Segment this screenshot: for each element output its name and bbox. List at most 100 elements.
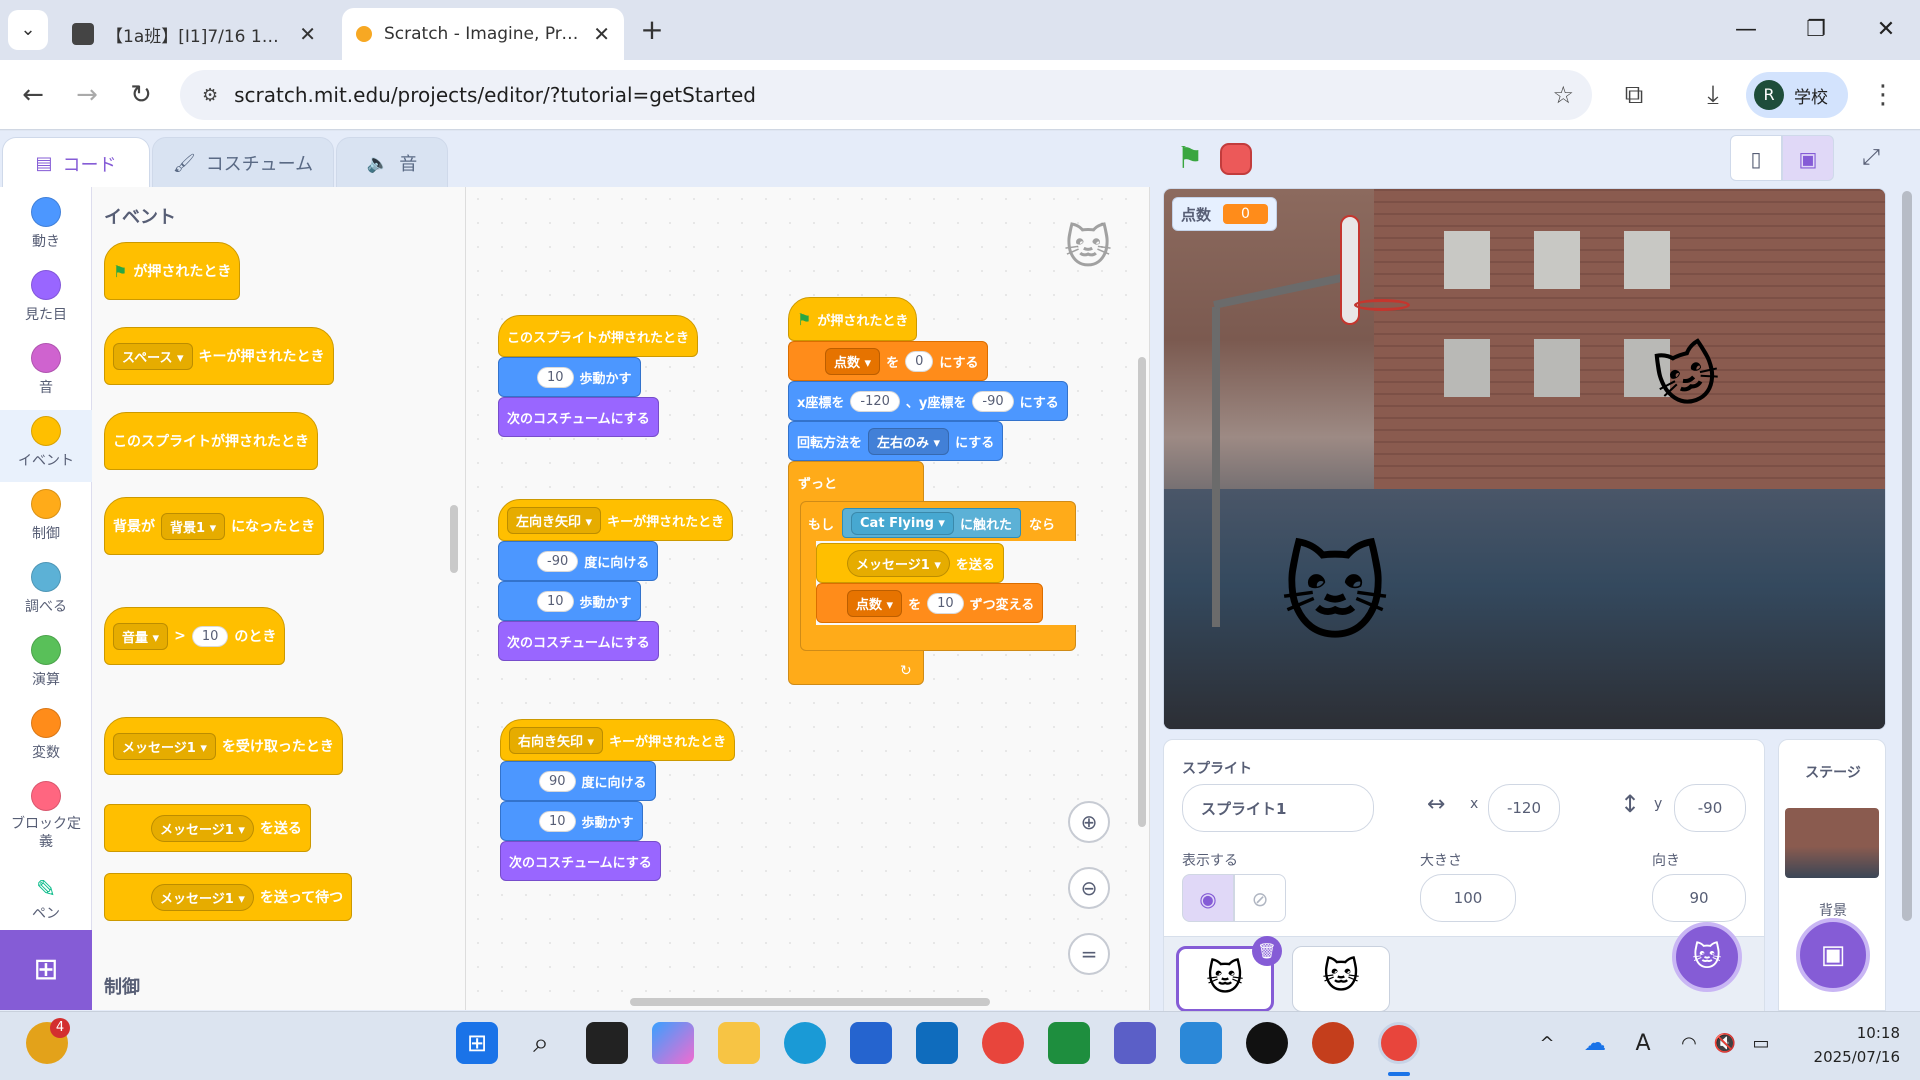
page-scrollbar[interactable] <box>1902 191 1912 921</box>
tab-code[interactable]: ▤ コード <box>2 137 150 189</box>
tab-search-button[interactable]: ⌄ <box>8 10 48 50</box>
small-stage-button[interactable]: ▯ <box>1730 135 1782 181</box>
store-icon[interactable] <box>850 1022 892 1064</box>
choose-sprite-button[interactable]: 🐱 <box>1672 922 1742 992</box>
forward-icon[interactable]: → <box>70 78 104 112</box>
minimize-icon[interactable]: — <box>1726 12 1766 48</box>
set-value-input[interactable]: 0 <box>905 350 934 372</box>
move-steps-block[interactable]: 10 歩動かす <box>498 357 641 397</box>
broadcast-and-wait-block[interactable]: メッセージ1 ▾ を送って待つ <box>104 873 353 921</box>
cat-sprite[interactable]: 🐱 <box>1270 519 1400 669</box>
move-steps-block[interactable]: 10 歩動かす <box>500 801 643 841</box>
start-icon[interactable]: ⊞ <box>456 1022 498 1064</box>
file-explorer-icon[interactable] <box>718 1022 760 1064</box>
site-info-icon[interactable]: ⚙ <box>202 85 218 106</box>
search-icon[interactable]: ⌕ <box>520 1022 562 1064</box>
copilot-icon[interactable] <box>652 1022 694 1064</box>
add-extension-button[interactable]: ⊞ <box>0 930 92 1010</box>
steps-input[interactable]: 10 <box>539 810 576 832</box>
notepad-icon[interactable] <box>1180 1022 1222 1064</box>
category-motion[interactable]: 動き <box>0 191 92 263</box>
size-input[interactable]: 100 <box>1420 874 1516 922</box>
close-tab-icon[interactable]: ✕ <box>593 22 610 46</box>
steps-input[interactable]: 10 <box>537 366 574 388</box>
when-key-pressed-block[interactable]: スペース ▾ キーが押されたとき <box>104 327 334 385</box>
stage-canvas[interactable]: 点数 0 🐱 🐱 <box>1163 188 1886 730</box>
large-stage-button[interactable]: ▣ <box>1782 135 1834 181</box>
menu-dots-icon[interactable]: ⋮ <box>1866 78 1900 112</box>
battery-icon[interactable]: ▭ <box>1740 1022 1782 1064</box>
next-costume-block[interactable]: 次のコスチュームにする <box>500 841 661 881</box>
bookmark-star-icon[interactable]: ☆ <box>1552 81 1574 109</box>
point-direction-block[interactable]: -90 度に向ける <box>498 541 659 581</box>
category-control[interactable]: 制御 <box>0 483 92 555</box>
ime-app-icon[interactable] <box>1246 1022 1288 1064</box>
category-my-blocks[interactable]: ブロック定義 <box>0 775 92 861</box>
sensor-value-input[interactable]: 10 <box>191 625 229 647</box>
browser-tab-scratch[interactable]: Scratch - Imagine, Program, Sha ✕ <box>342 8 624 60</box>
set-rotation-style-block[interactable]: 回転方法を 左右のみ ▾ にする <box>788 421 1004 461</box>
rotation-dropdown[interactable]: 左右のみ ▾ <box>868 427 950 455</box>
tab-sounds[interactable]: 🔈 音 <box>336 137 448 189</box>
reload-icon[interactable]: ↻ <box>124 78 158 112</box>
category-sound[interactable]: 音 <box>0 337 92 409</box>
set-variable-block[interactable]: 点数 ▾ を 0 にする <box>788 341 988 381</box>
when-backdrop-switches-block[interactable]: 背景が 背景1 ▾ になったとき <box>104 497 325 555</box>
ime-mode-icon[interactable]: A <box>1622 1022 1664 1064</box>
when-sprite-clicked-block[interactable]: このスプライトが押されたとき <box>498 315 699 357</box>
message-dropdown[interactable]: メッセージ1 ▾ <box>113 732 216 760</box>
code-workspace[interactable]: 🐱 このスプライトが押されたとき 10 歩動かす 次のコスチュームにする 左向き… <box>466 187 1150 1010</box>
sprite-name-input[interactable]: スプライト1 <box>1182 784 1374 832</box>
message-dropdown[interactable]: メッセージ1 ▾ <box>151 814 254 842</box>
y-input[interactable]: -90 <box>972 390 1014 412</box>
onedrive-icon[interactable]: ☁ <box>1574 1022 1616 1064</box>
message-dropdown[interactable]: メッセージ1 ▾ <box>847 549 950 577</box>
workspace-horizontal-scrollbar[interactable] <box>630 998 990 1006</box>
new-tab-button[interactable]: + <box>632 10 672 50</box>
zoom-out-button[interactable]: ⊖ <box>1068 867 1110 909</box>
edge-icon[interactable] <box>784 1022 826 1064</box>
sensor-dropdown[interactable]: 音量 ▾ <box>113 622 169 650</box>
touching-block[interactable]: Cat Flying ▾ に触れた <box>842 508 1021 538</box>
when-left-key-pressed-block[interactable]: 左向き矢印 ▾ キーが押されたとき <box>498 499 734 541</box>
task-view-icon[interactable] <box>586 1022 628 1064</box>
category-looks[interactable]: 見た目 <box>0 264 92 336</box>
fullscreen-button[interactable]: ⤢ <box>1848 135 1894 181</box>
download-icon[interactable]: ⤓ <box>1696 78 1730 112</box>
point-direction-block[interactable]: 90 度に向ける <box>500 761 656 801</box>
direction-input[interactable]: -90 <box>537 550 579 572</box>
teams-icon[interactable] <box>1114 1022 1156 1064</box>
close-tab-icon[interactable]: ✕ <box>299 22 316 46</box>
category-events[interactable]: イベント <box>0 410 92 482</box>
green-flag-button[interactable]: ⚑ <box>1170 139 1210 179</box>
category-sensing[interactable]: 調べる <box>0 556 92 628</box>
next-costume-block[interactable]: 次のコスチュームにする <box>498 621 659 661</box>
steps-input[interactable]: 10 <box>537 590 574 612</box>
touch-target-dropdown[interactable]: Cat Flying ▾ <box>851 511 954 535</box>
tab-costumes[interactable]: 🖌 コスチューム <box>152 137 334 189</box>
x-input[interactable]: -120 <box>1488 784 1560 832</box>
delete-sprite-icon[interactable]: 🗑 <box>1252 936 1282 966</box>
key-dropdown[interactable]: 左向き矢印 ▾ <box>507 506 602 534</box>
when-sprite-clicked-block[interactable]: このスプライトが押されたとき <box>104 412 318 470</box>
when-flag-clicked-block[interactable]: ⚑ が押されたとき <box>104 242 241 300</box>
palette-scrollbar[interactable] <box>450 505 458 573</box>
variable-dropdown[interactable]: 点数 ▾ <box>825 347 881 375</box>
message-dropdown[interactable]: メッセージ1 ▾ <box>151 883 254 911</box>
when-right-key-pressed-block[interactable]: 右向き矢印 ▾ キーが押されたとき <box>500 719 736 761</box>
chrome-icon[interactable] <box>982 1022 1024 1064</box>
change-value-input[interactable]: 10 <box>927 592 964 614</box>
clock-date[interactable]: 2025/07/16 <box>1790 1048 1900 1066</box>
direction-input[interactable]: 90 <box>1652 874 1746 922</box>
profile-button[interactable]: R 学校 <box>1746 72 1848 118</box>
next-costume-block[interactable]: 次のコスチュームにする <box>498 397 659 437</box>
broadcast-block[interactable]: メッセージ1 ▾ を送る <box>104 804 311 852</box>
backdrop-thumbnail[interactable] <box>1785 808 1879 878</box>
url-text[interactable]: scratch.mit.edu/projects/editor/?tutoria… <box>234 83 756 107</box>
zoom-in-button[interactable]: ⊕ <box>1068 801 1110 843</box>
category-operators[interactable]: 演算 <box>0 629 92 701</box>
powerpoint-icon[interactable] <box>1312 1022 1354 1064</box>
y-input[interactable]: -90 <box>1674 784 1746 832</box>
variable-dropdown[interactable]: 点数 ▾ <box>847 589 903 617</box>
choose-backdrop-button[interactable]: ▣ <box>1796 918 1870 992</box>
